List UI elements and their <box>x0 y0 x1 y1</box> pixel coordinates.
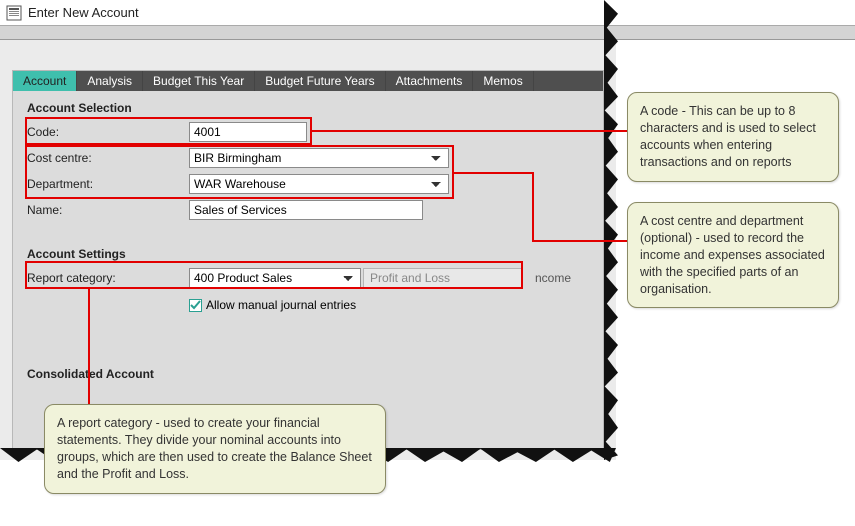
allow-manual-label: Allow manual journal entries <box>206 298 356 312</box>
row-cost-centre: Cost centre: BIR Birmingham <box>13 145 603 171</box>
label-cost-centre: Cost centre: <box>27 151 189 165</box>
form-panel: Account Analysis Budget This Year Budget… <box>12 70 604 450</box>
code-input[interactable] <box>189 122 307 142</box>
callout-code: A code - This can be up to 8 characters … <box>627 92 839 182</box>
name-input[interactable] <box>189 200 423 220</box>
section-consolidated: Consolidated Account <box>13 357 603 385</box>
label-report-category: Report category: <box>27 271 189 285</box>
label-code: Code: <box>27 125 189 139</box>
callout-cost-dept: A cost centre and department (optional) … <box>627 202 839 308</box>
row-name: Name: <box>13 197 603 223</box>
window-icon <box>6 5 22 21</box>
label-name: Name: <box>27 203 189 217</box>
allow-manual-checkbox[interactable] <box>189 299 202 312</box>
tab-analysis[interactable]: Analysis <box>77 71 143 91</box>
cost-centre-select[interactable]: BIR Birmingham <box>189 148 449 168</box>
window-titlebar: Enter New Account <box>0 0 855 26</box>
report-type-display: Profit and Loss <box>363 268 523 288</box>
row-code: Code: <box>13 119 603 145</box>
tab-strip: Account Analysis Budget This Year Budget… <box>13 71 603 91</box>
income-suffix: ncome <box>535 271 571 285</box>
tab-memos[interactable]: Memos <box>473 71 533 91</box>
tab-budget-future-years[interactable]: Budget Future Years <box>255 71 385 91</box>
tab-budget-this-year[interactable]: Budget This Year <box>143 71 255 91</box>
section-account-settings: Account Settings <box>13 237 603 265</box>
department-select[interactable]: WAR Warehouse <box>189 174 449 194</box>
workarea: Account Analysis Budget This Year Budget… <box>0 40 616 460</box>
tab-account[interactable]: Account <box>13 71 77 91</box>
label-department: Department: <box>27 177 189 191</box>
report-category-select[interactable]: 400 Product Sales <box>189 268 361 288</box>
section-account-selection: Account Selection <box>13 91 603 119</box>
toolbar-strip <box>0 26 855 40</box>
tabs-remainder <box>534 71 603 91</box>
row-department: Department: WAR Warehouse <box>13 171 603 197</box>
callout-report-category: A report category - used to create your … <box>44 404 386 494</box>
window-title: Enter New Account <box>28 5 139 20</box>
row-report-category: Report category: 400 Product Sales Profi… <box>13 265 603 291</box>
row-allow-manual: Allow manual journal entries <box>13 291 603 319</box>
tab-attachments[interactable]: Attachments <box>386 71 474 91</box>
